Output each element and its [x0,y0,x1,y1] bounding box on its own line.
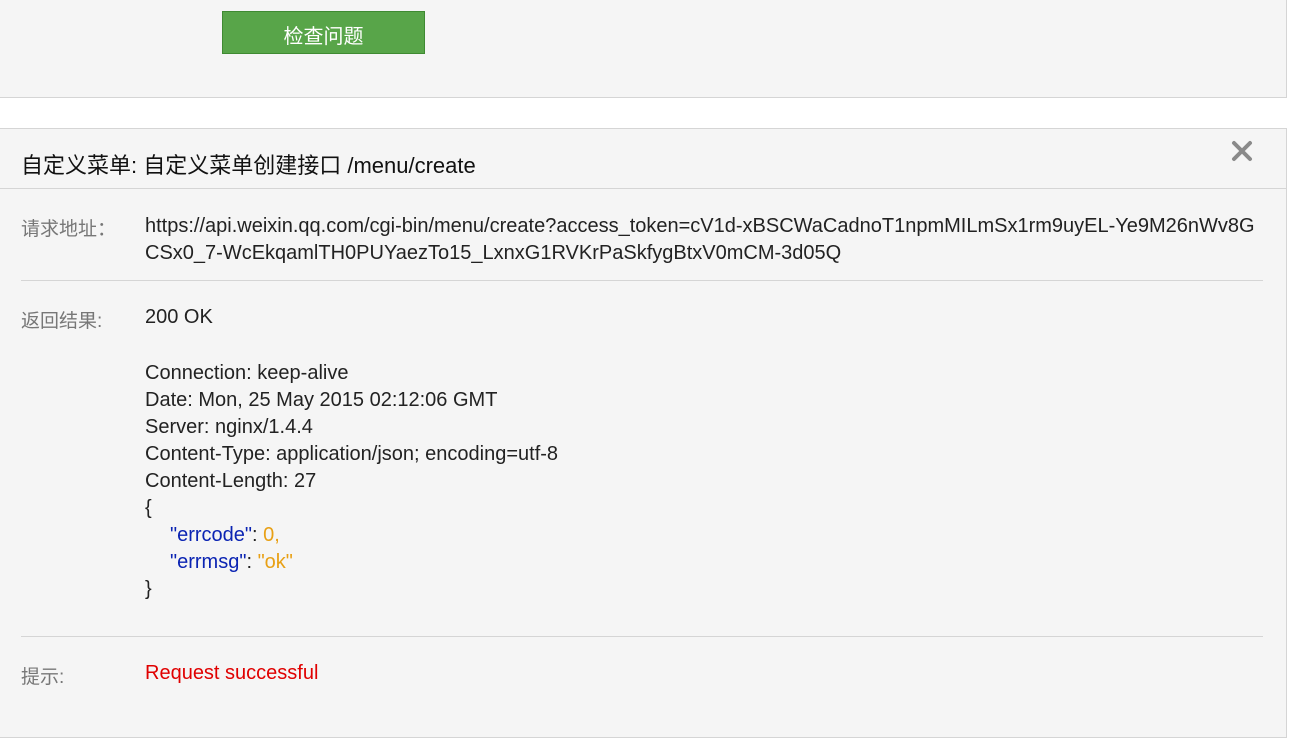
close-icon[interactable] [1229,138,1255,164]
divider [21,280,1263,281]
response-body: 200 OK Connection: keep-alive Date: Mon,… [145,304,558,603]
json-value-errcode: 0, [263,524,280,546]
response-header: Date: Mon, 25 May 2015 02:12:06 GMT [145,389,498,411]
api-result-panel: 自定义菜单: 自定义菜单创建接口 /menu/create 请求地址： http… [0,128,1287,738]
json-value-errmsg: "ok" [257,551,293,573]
divider [21,636,1263,637]
response-header: Content-Length: 27 [145,470,317,492]
request-url-label: 请求地址： [21,219,117,240]
tip-message: Request successful [145,662,319,684]
request-url-value: https://api.weixin.qq.com/cgi-bin/menu/c… [145,215,1255,264]
top-toolbar-panel: 检查问题 [0,0,1287,98]
response-status: 200 OK [145,306,213,328]
check-issue-button[interactable]: 检查问题 [222,11,425,54]
json-key-errmsg: "errmsg" [170,551,247,573]
json-line-errcode: "errcode": 0, [145,522,558,549]
response-header: Server: nginx/1.4.4 [145,416,313,438]
json-line-errmsg: "errmsg": "ok" [145,549,558,576]
response-header: Connection: keep-alive [145,362,349,384]
response-header: Content-Type: application/json; encoding… [145,443,559,465]
response-label: 返回结果: [21,311,103,332]
panel-title: 自定义菜单: 自定义菜单创建接口 /menu/create [21,153,476,178]
json-key-errcode: "errcode" [170,524,253,546]
json-close-brace: } [145,578,152,600]
json-colon: : [252,524,264,546]
tip-label: 提示: [21,667,65,688]
json-colon: : [246,551,258,573]
panel-header: 自定义菜单: 自定义菜单创建接口 /menu/create [0,129,1286,189]
json-open-brace: { [145,497,152,519]
